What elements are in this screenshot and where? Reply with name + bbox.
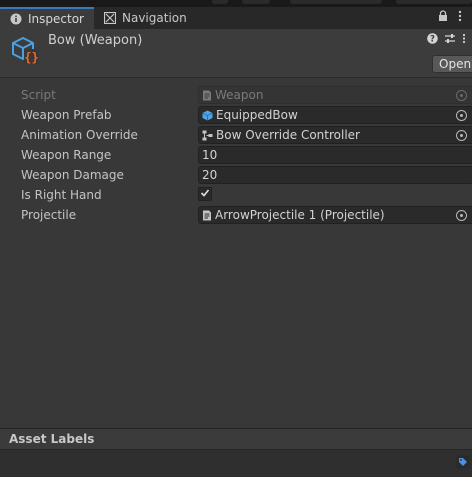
property-row-script: Script Weapon	[0, 85, 472, 105]
asset-labels-panel: Asset Labels	[0, 428, 472, 477]
field-value: EquippedBow	[216, 108, 298, 122]
property-label: Script	[21, 88, 56, 102]
property-row-weapon-range: Weapon Range 10	[0, 145, 472, 165]
property-label: Is Right Hand	[21, 188, 102, 202]
asset-labels-title: Asset Labels	[0, 429, 472, 450]
field-value: Weapon	[215, 88, 264, 102]
inspector-header: {} Bow (Weapon) ? Open	[0, 29, 472, 78]
property-label: Projectile	[21, 208, 77, 222]
weapon-range-input[interactable]: 10	[198, 146, 472, 164]
animation-override-field[interactable]: Bow Override Controller	[198, 126, 472, 144]
scriptable-object-icon: {}	[10, 35, 40, 68]
animator-override-icon	[202, 130, 213, 141]
open-button[interactable]: Open	[432, 55, 472, 73]
weapon-prefab-field[interactable]: EquippedBow	[198, 106, 472, 124]
tab-bar-actions	[438, 10, 462, 25]
property-row-animation-override: Animation Override Bow Override Controll…	[0, 125, 472, 145]
projectile-field[interactable]: ArrowProjectile 1 (Projectile)	[198, 206, 472, 224]
field-value: ArrowProjectile 1 (Projectile)	[215, 208, 385, 222]
checkmark-icon	[200, 187, 210, 201]
svg-text:{}: {}	[24, 51, 38, 65]
help-icon[interactable]: ?	[427, 33, 438, 47]
object-picker-icon	[456, 90, 467, 101]
tab-inspector[interactable]: Inspector	[0, 7, 94, 29]
script-icon	[202, 210, 212, 221]
field-value: 20	[202, 168, 218, 182]
property-label: Weapon Range	[21, 148, 112, 162]
script-icon	[202, 90, 212, 101]
property-row-projectile: Projectile ArrowProjectile 1 (Projectile…	[0, 205, 472, 225]
preset-icon[interactable]	[444, 33, 456, 47]
property-row-is-right-hand: Is Right Hand	[0, 185, 472, 205]
is-right-hand-checkbox[interactable]	[198, 187, 212, 201]
more-menu-icon[interactable]	[458, 10, 462, 25]
object-picker-icon[interactable]	[456, 110, 467, 121]
toolbar-segment	[212, 0, 228, 4]
top-strip	[0, 0, 472, 7]
property-row-weapon-prefab: Weapon Prefab EquippedBow	[0, 105, 472, 125]
object-picker-icon[interactable]	[456, 210, 467, 221]
tab-navigation[interactable]: Navigation	[98, 7, 198, 29]
prefab-icon	[202, 110, 213, 121]
tag-icon[interactable]	[456, 455, 470, 472]
lock-icon[interactable]	[438, 10, 448, 25]
property-label: Weapon Damage	[21, 168, 124, 182]
property-label: Weapon Prefab	[21, 108, 112, 122]
toolbar-segment	[396, 0, 472, 4]
svg-text:?: ?	[430, 35, 435, 44]
property-label: Animation Override	[21, 128, 138, 142]
header-actions: ?	[427, 33, 466, 47]
property-list: Script Weapon Weapon Prefab EquippedBow …	[0, 85, 472, 225]
tab-bar: Inspector Navigation	[0, 7, 472, 29]
toolbar-segment	[242, 0, 270, 4]
object-title: Bow (Weapon)	[48, 33, 143, 48]
script-field: Weapon	[198, 86, 472, 104]
object-picker-icon[interactable]	[456, 130, 467, 141]
field-value: 10	[202, 148, 218, 162]
navigation-icon	[104, 12, 116, 24]
info-icon	[10, 13, 22, 25]
tab-label: Navigation	[122, 11, 187, 25]
field-value: Bow Override Controller	[216, 128, 360, 142]
more-icon[interactable]	[462, 33, 466, 47]
toolbar-segment	[290, 0, 382, 4]
tab-label: Inspector	[28, 12, 84, 26]
weapon-damage-input[interactable]: 20	[198, 166, 472, 184]
property-row-weapon-damage: Weapon Damage 20	[0, 165, 472, 185]
